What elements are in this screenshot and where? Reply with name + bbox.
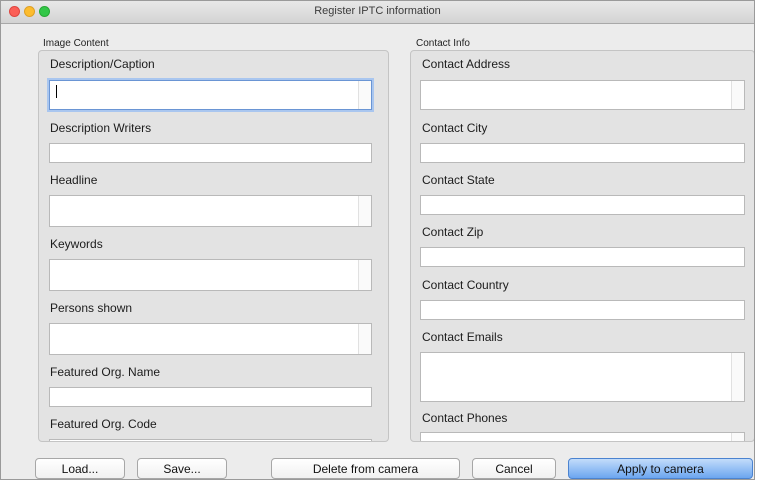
featured-org-name-label: Featured Org. Name xyxy=(50,365,161,379)
contact-address-field[interactable] xyxy=(420,80,745,110)
headline-field[interactable] xyxy=(49,195,372,227)
cancel-button[interactable]: Cancel xyxy=(472,458,556,479)
register-iptc-window: Register IPTC information Image Content … xyxy=(0,0,755,480)
contact-country-label: Contact Country xyxy=(422,278,509,292)
featured-org-code-field[interactable] xyxy=(49,439,372,441)
delete-from-camera-button[interactable]: Delete from camera xyxy=(271,458,460,479)
apply-to-camera-button[interactable]: Apply to camera xyxy=(568,458,753,479)
field-scrollbar[interactable] xyxy=(358,324,371,354)
description-writers-label: Description Writers xyxy=(50,121,152,135)
contact-city-label: Contact City xyxy=(422,121,488,135)
field-scrollbar[interactable] xyxy=(358,196,371,226)
description-writers-field[interactable] xyxy=(49,143,372,163)
contact-country-field[interactable] xyxy=(420,300,745,320)
image-content-group-label: Image Content xyxy=(43,38,109,49)
featured-org-name-field[interactable] xyxy=(49,387,372,407)
featured-org-code-label: Featured Org. Code xyxy=(50,417,157,431)
title-bar[interactable]: Register IPTC information xyxy=(1,1,754,24)
contact-emails-label: Contact Emails xyxy=(422,330,503,344)
save-button[interactable]: Save... xyxy=(137,458,227,479)
field-scrollbar[interactable] xyxy=(731,81,744,109)
contact-phones-label: Contact Phones xyxy=(422,411,508,425)
contact-city-field[interactable] xyxy=(420,143,745,163)
contact-state-field[interactable] xyxy=(420,195,745,215)
contact-address-label: Contact Address xyxy=(422,57,511,71)
keywords-field[interactable] xyxy=(49,259,372,291)
field-scrollbar[interactable] xyxy=(731,353,744,401)
contact-info-group-label: Contact Info xyxy=(416,38,470,49)
image-content-panel: Description/Caption Description Writers … xyxy=(38,50,389,442)
field-scrollbar[interactable] xyxy=(731,433,744,441)
contact-phones-field[interactable] xyxy=(420,432,745,441)
description-caption-field[interactable] xyxy=(49,80,372,110)
contact-info-panel: Contact Address Contact City Contact Sta… xyxy=(410,50,754,442)
headline-label: Headline xyxy=(50,173,98,187)
load-button[interactable]: Load... xyxy=(35,458,125,479)
contact-zip-label: Contact Zip xyxy=(422,225,484,239)
field-scrollbar[interactable] xyxy=(358,260,371,290)
field-scrollbar[interactable] xyxy=(358,81,371,109)
text-caret xyxy=(56,85,57,98)
contact-emails-field[interactable] xyxy=(420,352,745,402)
window-title: Register IPTC information xyxy=(314,5,441,17)
keywords-label: Keywords xyxy=(50,237,103,251)
description-caption-label: Description/Caption xyxy=(50,57,155,71)
persons-shown-field[interactable] xyxy=(49,323,372,355)
contact-zip-field[interactable] xyxy=(420,247,745,267)
contact-state-label: Contact State xyxy=(422,173,495,187)
persons-shown-label: Persons shown xyxy=(50,301,133,315)
